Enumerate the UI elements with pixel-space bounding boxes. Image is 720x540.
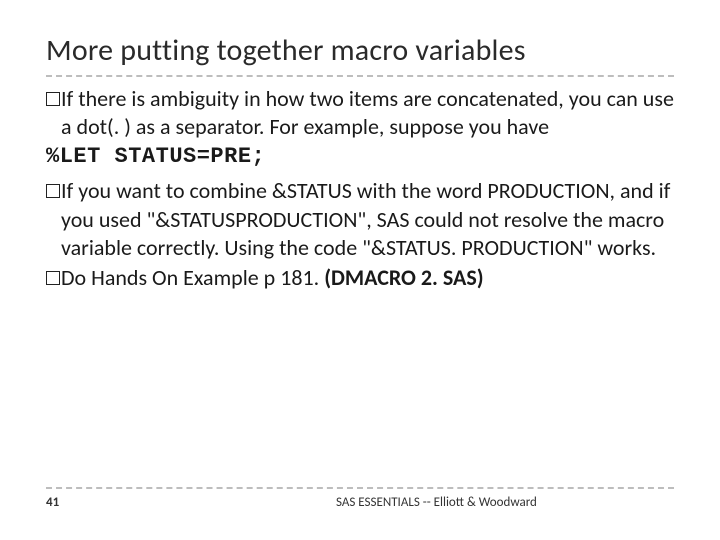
bullet-item: If you want to combine &STATUS with the …: [46, 177, 674, 261]
bullet-item: If there is ambiguity in how two items a…: [46, 85, 674, 141]
slide: More putting together macro variables If…: [0, 0, 720, 540]
code-line: %LET STATUS=PRE;: [46, 143, 674, 171]
square-bullet-icon: [46, 184, 60, 198]
bullet-item: Do Hands On Example p 181. (DMACRO 2. SA…: [46, 264, 674, 292]
footer-attribution: SAS ESSENTIALS -- Elliott & Woodward: [246, 495, 674, 510]
square-bullet-icon: [46, 271, 60, 285]
bullet-bold: (DMACRO 2. SAS): [324, 264, 483, 291]
footer: 41 SAS ESSENTIALS -- Elliott & Woodward: [46, 487, 674, 510]
bullet-text: If you want to combine &STATUS with the …: [61, 177, 674, 261]
bullet-text: If there is ambiguity in how two items a…: [61, 85, 674, 141]
square-bullet-icon: [46, 92, 60, 106]
page-number: 41: [46, 495, 246, 510]
content-area: If there is ambiguity in how two items a…: [46, 85, 674, 292]
bullet-rest: there is ambiguity in how two items are …: [61, 85, 674, 140]
page-title: More putting together macro variables: [46, 32, 674, 69]
bullet-lead: If: [61, 177, 73, 204]
footer-row: 41 SAS ESSENTIALS -- Elliott & Woodward: [46, 495, 674, 510]
bullet-lead: If: [61, 85, 73, 112]
bullet-rest: Hands On Example p 181.: [86, 264, 324, 291]
title-divider: [46, 75, 674, 77]
footer-divider: [46, 487, 674, 489]
bullet-text: Do Hands On Example p 181. (DMACRO 2. SA…: [61, 264, 674, 292]
bullet-lead: Do: [61, 264, 86, 291]
bullet-rest: you want to combine &STATUS with the wor…: [61, 177, 670, 260]
